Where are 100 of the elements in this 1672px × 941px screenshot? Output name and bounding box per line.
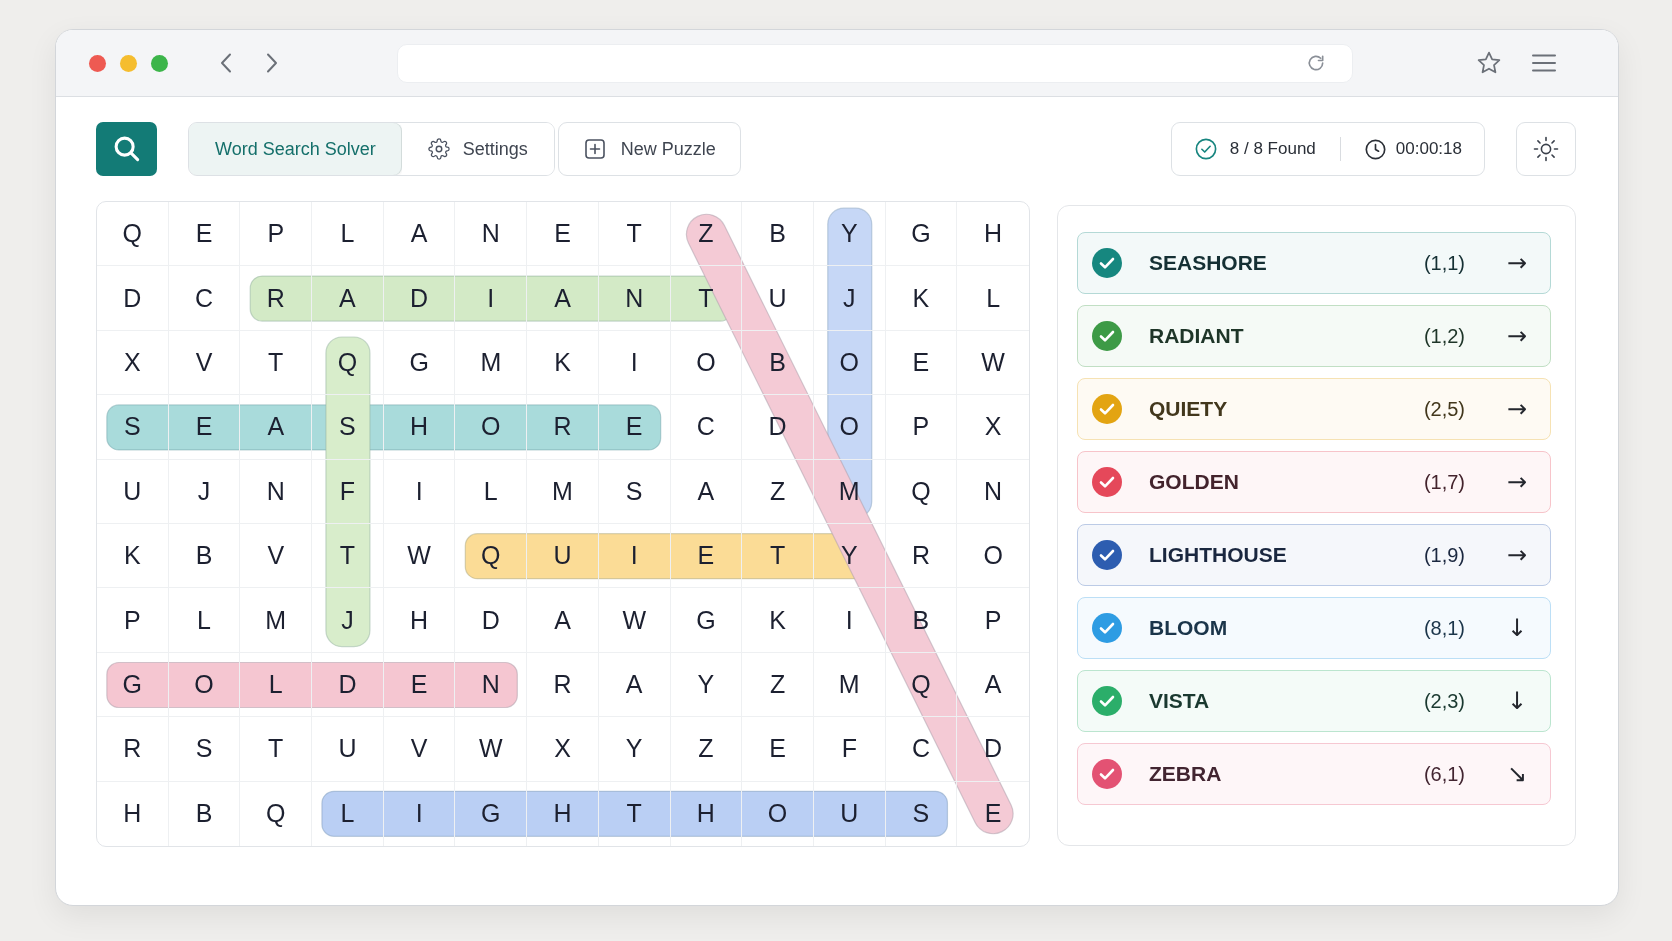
grid-cell: I: [383, 781, 456, 846]
grid-cell: R: [97, 717, 169, 782]
grid-cell: G: [383, 330, 456, 396]
word-row[interactable]: RADIANT (1,2) →: [1077, 305, 1551, 367]
menu-icon[interactable]: [1532, 54, 1556, 72]
theme-toggle-button[interactable]: [1516, 122, 1576, 176]
grid-cell: D: [383, 266, 456, 331]
direction-arrow: ↘: [1505, 760, 1529, 788]
grid-cell: W: [383, 524, 456, 589]
grid-cell: F: [312, 459, 384, 524]
grid-cell: C: [168, 266, 241, 331]
grid-cell: A: [312, 266, 384, 331]
grid-cell: M: [240, 588, 313, 653]
word-row[interactable]: LIGHTHOUSE (1,9) →: [1077, 524, 1551, 586]
star-icon[interactable]: [1477, 51, 1501, 75]
grid-cell: A: [598, 652, 671, 718]
grid-cell: S: [312, 395, 384, 460]
forward-icon[interactable]: [266, 53, 278, 73]
grid-cell: M: [455, 330, 528, 396]
grid-cell: B: [742, 202, 814, 267]
address-field[interactable]: [397, 43, 1353, 83]
grid-cell: U: [527, 524, 599, 589]
grid-cell: O: [813, 395, 886, 460]
new-puzzle-button[interactable]: New Puzzle: [557, 122, 741, 176]
grid-cell: M: [813, 459, 886, 524]
word-label: ZEBRA: [1149, 762, 1223, 786]
grid-cell: E: [742, 717, 814, 782]
grid-cell: O: [813, 330, 886, 396]
grid-cell: P: [957, 588, 1029, 653]
grid-cell: H: [97, 781, 169, 846]
grid-cell: J: [168, 459, 241, 524]
grid-cell: E: [885, 330, 958, 396]
grid-cell: R: [885, 524, 958, 589]
grid-cell: C: [885, 717, 958, 782]
close-window-icon[interactable]: [89, 54, 106, 72]
grid-cell: N: [455, 652, 528, 718]
grid-cell: E: [670, 524, 743, 589]
word-row[interactable]: SEASHORE (1,1) →: [1077, 232, 1551, 294]
word-row[interactable]: BLOOM (8,1) ↓: [1077, 597, 1551, 659]
grid-cell: L: [957, 266, 1029, 331]
back-icon[interactable]: [220, 53, 232, 73]
direction-arrow: ↓: [1505, 687, 1529, 715]
grid-cell: R: [527, 652, 599, 718]
grid-cell: W: [598, 588, 671, 653]
nav-tab[interactable]: Word Search Solver: [189, 123, 402, 175]
grid-cell: B: [742, 330, 814, 396]
grid-cell-text: E: [983, 798, 1003, 830]
maximize-window-icon[interactable]: [151, 54, 168, 72]
grid-cell: V: [240, 524, 313, 589]
direction-arrow: →: [1505, 395, 1529, 423]
grid-cell: Z: [742, 652, 814, 718]
direction-arrow: →: [1505, 541, 1529, 569]
grid-cell: G: [97, 652, 169, 718]
grid-cell: A: [527, 266, 599, 331]
word-row[interactable]: QUIETY (2,5) →: [1077, 378, 1551, 440]
grid-cell: K: [97, 524, 169, 589]
word-row[interactable]: ZEBRA (6,1) ↘: [1077, 743, 1551, 805]
search-button[interactable]: [96, 122, 157, 176]
grid-cell: N: [957, 459, 1029, 524]
grid-cell: T: [670, 266, 743, 331]
grid-cell: L: [312, 781, 384, 846]
grid-cell: Y: [670, 652, 743, 718]
grid-cell: U: [97, 459, 169, 524]
word-position: (1,1): [1423, 251, 1465, 275]
grid-cell: S: [168, 717, 241, 782]
grid-cell: A: [527, 588, 599, 653]
grid-cell: P: [97, 588, 169, 653]
grid-cell: L: [312, 202, 384, 267]
word-label: GOLDEN: [1149, 470, 1240, 494]
grid-cell: Q: [97, 202, 169, 267]
grid-cell: T: [742, 524, 814, 589]
grid-cell: W: [455, 717, 528, 782]
grid-cell: O: [670, 330, 743, 396]
grid-cell: Z: [742, 459, 814, 524]
grid-cell: A: [957, 652, 1029, 718]
grid-cell: I: [813, 588, 886, 653]
grid-cell: Z: [670, 717, 743, 782]
search-icon: [113, 136, 140, 162]
word-row[interactable]: VISTA (2,3) ↓: [1077, 670, 1551, 732]
direction-arrow: →: [1505, 249, 1529, 277]
grid-cell: K: [885, 266, 958, 331]
grid-cell: L: [240, 652, 313, 718]
grid-cell: I: [455, 266, 528, 331]
reload-icon[interactable]: [1306, 53, 1326, 73]
word-label: SEASHORE: [1149, 251, 1268, 275]
grid-cell: J: [813, 266, 886, 331]
grid-cell: I: [598, 330, 671, 396]
grid-cell: R: [527, 395, 599, 460]
grid-cell: P: [885, 395, 958, 460]
grid-cell: H: [957, 202, 1029, 267]
grid-cell: K: [527, 330, 599, 396]
grid-cell: Q: [885, 652, 958, 718]
word-row[interactable]: GOLDEN (1,7) →: [1077, 451, 1551, 513]
grid-cell: Y: [813, 202, 886, 267]
word-position: (2,5): [1423, 397, 1465, 421]
grid-cell: B: [168, 781, 241, 846]
grid-cell: X: [97, 330, 169, 396]
grid-cell: A: [670, 459, 743, 524]
grid-cell: U: [813, 781, 886, 846]
check-circle-icon: [1194, 138, 1217, 160]
